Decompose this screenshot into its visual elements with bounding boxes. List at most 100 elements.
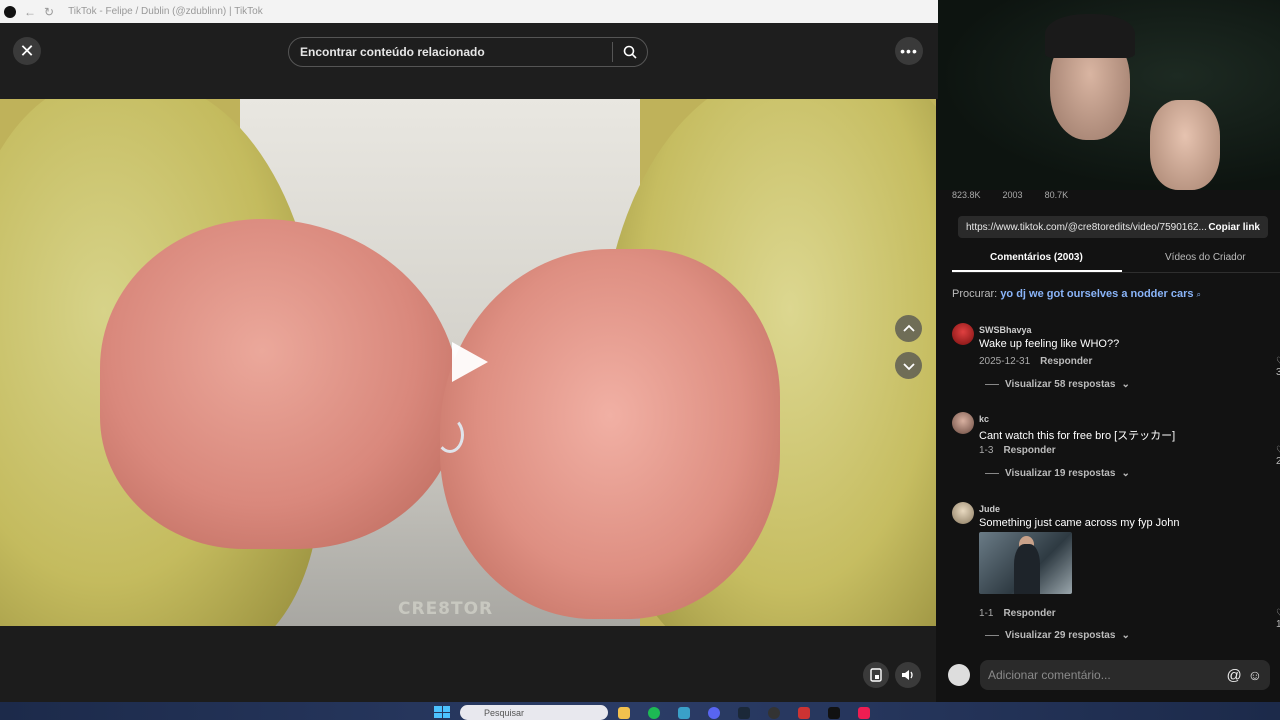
share-url: https://www.tiktok.com/@cre8toredits/vid… — [966, 221, 1207, 233]
tiktok-favicon-icon — [4, 5, 16, 18]
app-icon[interactable] — [798, 707, 810, 719]
chevron-down-icon: ⌄ — [1121, 630, 1130, 641]
mention-icon[interactable]: @ — [1226, 667, 1241, 684]
view-replies-label: Visualizar 29 respostas — [1005, 630, 1116, 641]
comment-like-count: 2 — [1276, 456, 1280, 467]
thumb-person — [1014, 544, 1040, 594]
reply-button[interactable]: Responder — [1040, 356, 1092, 367]
tiktok-live-icon[interactable] — [858, 707, 870, 719]
taskbar-search[interactable]: Pesquisar — [460, 705, 608, 720]
related-search-bar[interactable]: Encontrar conteúdo relacionado — [288, 37, 648, 67]
right-fist — [440, 249, 780, 619]
more-options-button[interactable]: ••• — [895, 37, 923, 65]
comment-date: 1-3 — [979, 445, 994, 456]
view-replies-button[interactable]: Visualizar 58 respostas ⌄ — [985, 379, 1130, 390]
comment-meta: 1-1 Responder — [979, 608, 1056, 619]
saves-count[interactable]: 80.7K — [1045, 190, 1069, 200]
search-input[interactable]: Encontrar conteúdo relacionado — [289, 45, 612, 59]
copy-link-button[interactable]: Copiar link — [1208, 222, 1268, 233]
comment-like-button[interactable]: ♡ 1 — [1276, 608, 1280, 630]
comment-date: 2025-12-31 — [979, 356, 1031, 367]
folder-icon[interactable] — [618, 707, 630, 719]
play-icon[interactable] — [452, 342, 488, 382]
tab-creator-videos[interactable]: Vídeos do Criador — [1165, 252, 1246, 263]
emoji-icon[interactable]: ☺ — [1248, 667, 1262, 683]
view-replies-label: Visualizar 19 respostas — [1005, 468, 1116, 479]
browser-tab-bar: ← ↻ TikTok - Felipe / Dublin (@zdublinn)… — [0, 0, 938, 23]
steam-icon[interactable] — [738, 707, 750, 719]
video-top-bar: ✕ Encontrar conteúdo relacionado ••• — [0, 23, 938, 99]
heart-icon: ♡ — [1276, 608, 1280, 619]
search-query-link[interactable]: yo dj we got ourselves a nodder cars — [1000, 288, 1193, 300]
comment-username[interactable]: SWSBhavya — [979, 325, 1032, 335]
panel-tabs: Comentários (2003) Vídeos do Criador — [952, 246, 1280, 273]
likes-count[interactable]: 823.8K — [952, 190, 981, 200]
ring — [436, 417, 464, 453]
search-small-icon: ⌕ — [1196, 290, 1202, 299]
comment-meta: 2025-12-31 Responder — [979, 356, 1092, 367]
comment-date: 1-1 — [979, 608, 994, 619]
search-icon[interactable] — [613, 45, 647, 59]
more-icon: ••• — [900, 43, 918, 59]
previous-video-button[interactable] — [895, 315, 922, 342]
comment-composer: Adicionar comentário... @ ☺ — [946, 658, 1280, 692]
streamer-hand — [1150, 100, 1220, 190]
tab-comments[interactable]: Comentários (2003) — [990, 252, 1083, 263]
chevron-up-icon — [902, 324, 915, 332]
browser-icon[interactable] — [678, 707, 690, 719]
chevron-down-icon: ⌄ — [1121, 379, 1130, 390]
comment-like-button[interactable]: ♡ 2 — [1276, 445, 1280, 467]
comment-username[interactable]: kc — [979, 414, 989, 424]
comment-username[interactable]: Jude — [979, 504, 1000, 514]
avatar[interactable] — [952, 412, 974, 434]
volume-button[interactable] — [895, 662, 921, 688]
comment-text: Something just came across my fyp John — [979, 517, 1180, 529]
comment-input-placeholder[interactable]: Adicionar comentário... — [980, 668, 1226, 682]
comment-text: Cant watch this for free bro [ステッカー] — [979, 430, 1176, 442]
avatar[interactable] — [952, 502, 974, 524]
windows-taskbar: Pesquisar — [0, 702, 1280, 720]
view-replies-label: Visualizar 58 respostas — [1005, 379, 1116, 390]
discord-icon[interactable] — [708, 707, 720, 719]
picture-in-picture-button[interactable] — [863, 662, 889, 688]
chevron-down-icon — [902, 362, 915, 370]
comment-image[interactable] — [979, 532, 1072, 594]
view-replies-button[interactable]: Visualizar 29 respostas ⌄ — [985, 630, 1130, 641]
comments-panel: 823.8K 2003 80.7K https://www.tiktok.com… — [938, 190, 1280, 702]
comments-count[interactable]: 2003 — [1003, 190, 1023, 200]
share-url-box: https://www.tiktok.com/@cre8toredits/vid… — [958, 216, 1268, 238]
reply-button[interactable]: Responder — [1003, 608, 1055, 619]
close-icon: ✕ — [19, 40, 35, 61]
comment-text: Wake up feeling like WHO?? — [979, 338, 1120, 350]
my-avatar — [948, 664, 970, 686]
close-button[interactable]: ✕ — [13, 37, 41, 65]
tiktok-icon[interactable] — [828, 707, 840, 719]
speaker-icon — [902, 670, 913, 680]
next-video-button[interactable] — [895, 352, 922, 379]
view-replies-button[interactable]: Visualizar 19 respostas ⌄ — [985, 468, 1130, 479]
streamer-cap — [1045, 14, 1135, 58]
replies-dash — [985, 473, 999, 474]
comment-like-button[interactable]: ♡ 3 — [1276, 356, 1280, 378]
video-stats-row: 823.8K 2003 80.7K — [952, 190, 1068, 200]
avatar[interactable] — [952, 323, 974, 345]
reload-icon[interactable]: ↻ — [44, 5, 54, 19]
pip-icon — [870, 668, 882, 682]
search-prefix: Procurar: — [952, 288, 998, 300]
obs-icon[interactable] — [768, 707, 780, 719]
reply-button[interactable]: Responder — [1003, 445, 1055, 456]
windows-start-icon[interactable] — [434, 706, 450, 718]
search-suggestion[interactable]: Procurar: yo dj we got ourselves a nodde… — [952, 288, 1201, 300]
comment-input[interactable]: Adicionar comentário... @ ☺ — [980, 660, 1270, 690]
replies-dash — [985, 635, 999, 636]
comment-meta: 1-3 Responder — [979, 445, 1056, 456]
chevron-down-icon: ⌄ — [1121, 468, 1130, 479]
comment-like-count: 3 — [1276, 367, 1280, 378]
browser-tab-title: TikTok - Felipe / Dublin (@zdublinn) | T… — [68, 6, 263, 17]
video-bottom-bar — [0, 626, 936, 702]
heart-icon: ♡ — [1276, 356, 1280, 367]
spotify-icon[interactable] — [648, 707, 660, 719]
comment-like-count: 1 — [1276, 619, 1280, 630]
back-icon[interactable]: ← — [24, 5, 36, 19]
taskbar-search-label[interactable]: Pesquisar — [484, 708, 524, 718]
